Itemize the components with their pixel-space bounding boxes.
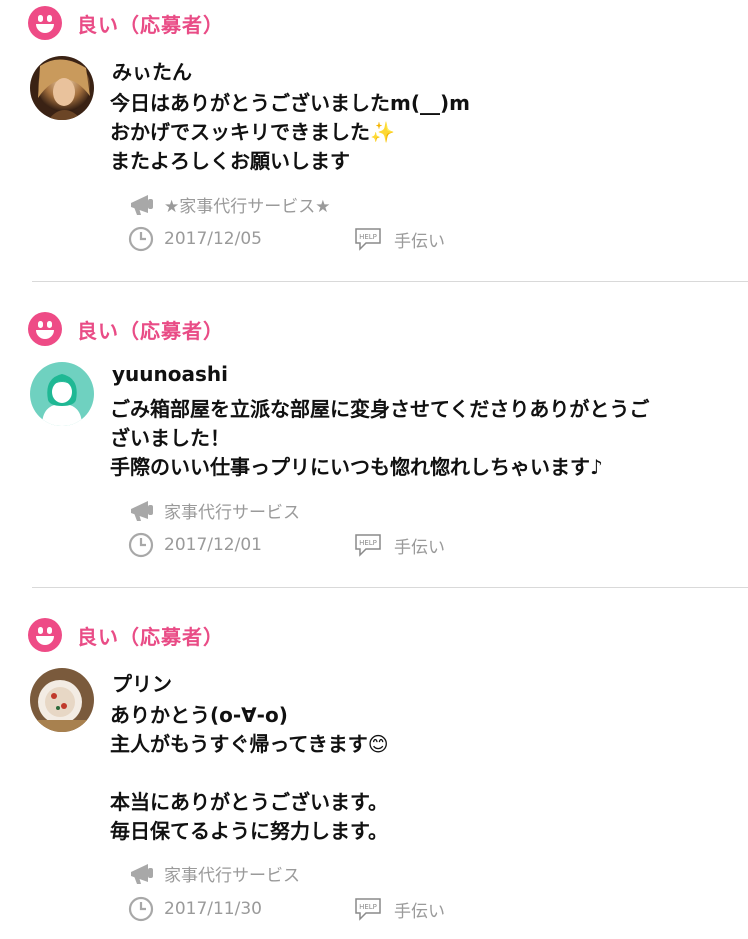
service-info: ★家事代行サービス★	[128, 191, 330, 217]
meta-row: 2017/11/30 HELP 手伝い	[128, 896, 445, 922]
help-icon: HELP	[355, 228, 381, 251]
rating-label: 良い（応募者）	[77, 12, 224, 37]
service-info: 家事代行サービス	[128, 860, 300, 886]
category-label[interactable]: 手伝い	[394, 533, 445, 558]
review-date: 2017/12/05	[164, 229, 262, 249]
clock-icon	[128, 532, 154, 558]
divider	[32, 281, 748, 282]
category-label[interactable]: 手伝い	[394, 227, 445, 252]
smiley-face-icon	[28, 312, 62, 346]
megaphone-icon	[131, 864, 153, 884]
rating: 良い（応募者）	[28, 6, 224, 40]
review-item: 良い（応募者） yuunoashi ごみ箱部屋を立派な部屋に変身させてくださりあ…	[0, 306, 748, 586]
rating-label: 良い（応募者）	[77, 318, 224, 343]
rating: 良い（応募者）	[28, 618, 224, 652]
avatar[interactable]	[30, 668, 94, 732]
divider	[32, 587, 748, 588]
review-item: 良い（応募者） プリン ありかとう(o-∀-o) 主人がもうすぐ帰ってきます😊 …	[0, 612, 748, 939]
help-icon: HELP	[355, 534, 381, 557]
svg-text:HELP: HELP	[359, 539, 377, 547]
megaphone-icon	[131, 501, 153, 521]
review-item: 良い（応募者） みぃたん 今日はありがとうございましたm(__)m おかげでスッ…	[0, 0, 748, 280]
service-info: 家事代行サービス	[128, 497, 300, 523]
smiley-face-icon	[28, 618, 62, 652]
review-date: 2017/12/01	[164, 535, 262, 555]
review-date: 2017/11/30	[164, 899, 262, 919]
rating: 良い（応募者）	[28, 312, 224, 346]
username[interactable]: yuunoashi	[112, 362, 228, 386]
help-icon: HELP	[355, 898, 381, 921]
category-label[interactable]: 手伝い	[394, 897, 445, 922]
rating-label: 良い（応募者）	[77, 624, 224, 649]
avatar[interactable]	[30, 56, 94, 120]
review-comment: ごみ箱部屋を立派な部屋に変身させてくださりありがとうご ざいました！ 手際のいい…	[110, 397, 650, 479]
service-label[interactable]: 家事代行サービス	[164, 498, 300, 523]
clock-icon	[128, 226, 154, 252]
svg-text:HELP: HELP	[359, 903, 377, 911]
review-comment: 今日はありがとうございましたm(__)m おかげでスッキリできました✨ またよろ…	[110, 91, 470, 173]
clock-icon	[128, 896, 154, 922]
service-label[interactable]: ★家事代行サービス★	[164, 192, 330, 217]
review-comment: ありかとう(o-∀-o) 主人がもうすぐ帰ってきます😊 本当にありがとうございま…	[110, 703, 389, 843]
svg-text:HELP: HELP	[359, 233, 377, 241]
megaphone-icon	[131, 195, 153, 215]
smiley-face-icon	[28, 6, 62, 40]
service-label[interactable]: 家事代行サービス	[164, 861, 300, 886]
meta-row: 2017/12/05 HELP 手伝い	[128, 226, 445, 252]
meta-row: 2017/12/01 HELP 手伝い	[128, 532, 445, 558]
username[interactable]: みぃたん	[112, 56, 192, 85]
avatar[interactable]	[30, 362, 94, 426]
username[interactable]: プリン	[112, 668, 172, 697]
